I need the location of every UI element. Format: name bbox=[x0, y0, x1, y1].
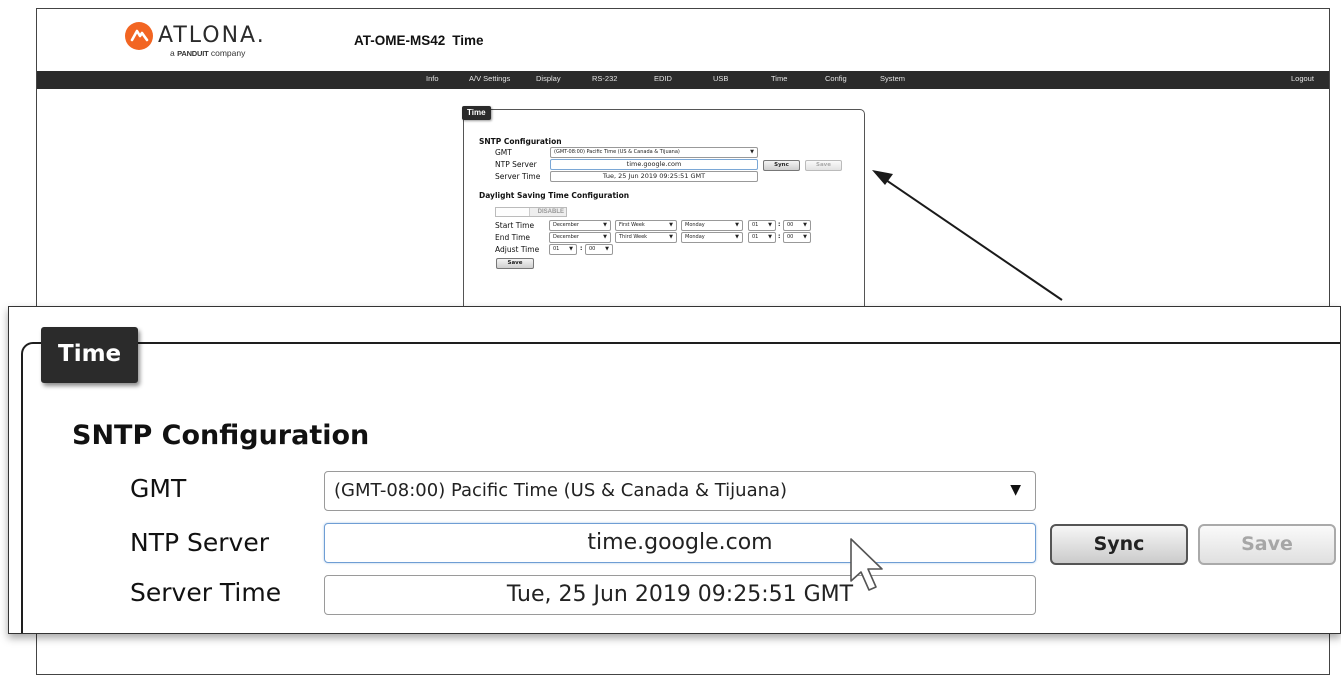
mouse-cursor-icon bbox=[850, 538, 883, 591]
end-time-label: End Time bbox=[495, 233, 530, 242]
end-month-select[interactable]: December ▼ bbox=[549, 232, 611, 243]
gmt-select[interactable]: (GMT-08:00) Pacific Time (US & Canada & … bbox=[550, 147, 758, 158]
nav-usb[interactable]: USB bbox=[713, 74, 728, 83]
chevron-down-icon: ▼ bbox=[669, 234, 673, 240]
zoom-gmt-label: GMT bbox=[130, 474, 187, 503]
sync-button[interactable]: Sync bbox=[763, 160, 800, 171]
chevron-down-icon: ▼ bbox=[768, 222, 772, 228]
chevron-down-icon: ▼ bbox=[768, 234, 772, 240]
ntp-server-label: NTP Server bbox=[495, 160, 537, 169]
end-hour-select[interactable]: 01 ▼ bbox=[748, 232, 776, 243]
sntp-heading: SNTP Configuration bbox=[479, 137, 562, 146]
zoom-ntp-server-input[interactable]: time.google.com bbox=[324, 523, 1036, 563]
top-navbar: Info A/V Settings Display RS-232 EDID US… bbox=[37, 71, 1329, 89]
page-title: AT-OME-MS42 Time bbox=[354, 33, 484, 48]
dst-save-button[interactable]: Save bbox=[496, 258, 534, 269]
adjust-minute-select[interactable]: 00 ▼ bbox=[585, 244, 613, 255]
zoom-gmt-select[interactable]: (GMT-08:00) Pacific Time (US & Canada & … bbox=[324, 471, 1036, 511]
sntp-save-button[interactable]: Save bbox=[805, 160, 842, 171]
end-week-select[interactable]: Third Week ▼ bbox=[615, 232, 677, 243]
zoom-server-time-label: Server Time bbox=[130, 578, 282, 607]
end-time-colon: : bbox=[778, 233, 781, 240]
nav-edid[interactable]: EDID bbox=[654, 74, 672, 83]
chevron-down-icon: ▼ bbox=[603, 234, 607, 240]
adjust-time-label: Adjust Time bbox=[495, 245, 540, 254]
nav-rs232[interactable]: RS-232 bbox=[592, 74, 617, 83]
start-time-colon: : bbox=[778, 221, 781, 228]
zoom-server-time-field: Tue, 25 Jun 2019 09:25:51 GMT bbox=[324, 575, 1036, 615]
chevron-down-icon: ▼ bbox=[1010, 482, 1021, 498]
zoom-ntp-server-label: NTP Server bbox=[130, 528, 269, 557]
start-hour-select[interactable]: 01 ▼ bbox=[748, 220, 776, 231]
zoom-sync-button[interactable]: Sync bbox=[1050, 524, 1188, 565]
chevron-down-icon: ▼ bbox=[735, 222, 739, 228]
nav-logout[interactable]: Logout bbox=[1291, 74, 1314, 83]
server-time-field: Tue, 25 Jun 2019 09:25:51 GMT bbox=[550, 171, 758, 182]
gmt-label: GMT bbox=[495, 148, 512, 157]
chevron-down-icon: ▼ bbox=[603, 222, 607, 228]
toggle-state-label: DISABLE bbox=[537, 209, 564, 215]
nav-config[interactable]: Config bbox=[825, 74, 847, 83]
ntp-server-input[interactable]: time.google.com bbox=[550, 159, 758, 170]
zoom-save-button[interactable]: Save bbox=[1198, 524, 1336, 565]
start-time-label: Start Time bbox=[495, 221, 535, 230]
nav-system[interactable]: System bbox=[880, 74, 905, 83]
start-minute-select[interactable]: 00 ▼ bbox=[783, 220, 811, 231]
adjust-hour-select[interactable]: 01 ▼ bbox=[549, 244, 577, 255]
toggle-knob bbox=[496, 208, 530, 216]
chevron-down-icon: ▼ bbox=[735, 234, 739, 240]
time-panel-tab: Time bbox=[462, 106, 491, 120]
zoom-time-tab: Time bbox=[41, 327, 139, 383]
end-day-select[interactable]: Monday ▼ bbox=[681, 232, 743, 243]
dst-toggle[interactable]: DISABLE bbox=[495, 207, 567, 217]
dst-heading: Daylight Saving Time Configuration bbox=[479, 191, 630, 200]
chevron-down-icon: ▼ bbox=[669, 222, 673, 228]
atlona-logo-icon bbox=[125, 22, 153, 50]
server-time-label: Server Time bbox=[495, 172, 541, 181]
chevron-down-icon: ▼ bbox=[750, 149, 754, 155]
model-name: AT-OME-MS42 bbox=[354, 33, 446, 48]
zoom-callout: Time SNTP Configuration GMT (GMT-08:00) … bbox=[8, 306, 1341, 634]
start-day-select[interactable]: Monday ▼ bbox=[681, 220, 743, 231]
logo-tagline: a PANDUIT company bbox=[170, 48, 246, 58]
chevron-down-icon: ▼ bbox=[803, 234, 807, 240]
page-name: Time bbox=[452, 33, 484, 48]
nav-display[interactable]: Display bbox=[536, 74, 561, 83]
chevron-down-icon: ▼ bbox=[569, 246, 573, 252]
end-minute-select[interactable]: 00 ▼ bbox=[783, 232, 811, 243]
nav-time[interactable]: Time bbox=[771, 74, 787, 83]
logo-wordmark: ATLONA. bbox=[158, 23, 266, 48]
nav-av-settings[interactable]: A/V Settings bbox=[469, 74, 510, 83]
adjust-time-colon: : bbox=[580, 245, 583, 252]
chevron-down-icon: ▼ bbox=[803, 222, 807, 228]
time-panel: Time SNTP Configuration GMT (GMT-08:00) … bbox=[462, 106, 865, 329]
atlona-logo: ATLONA. a PANDUIT company bbox=[124, 21, 294, 65]
header: ATLONA. a PANDUIT company AT-OME-MS42 Tim… bbox=[37, 9, 1329, 71]
start-month-select[interactable]: December ▼ bbox=[549, 220, 611, 231]
nav-info[interactable]: Info bbox=[426, 74, 439, 83]
start-week-select[interactable]: First Week ▼ bbox=[615, 220, 677, 231]
zoom-sntp-heading: SNTP Configuration bbox=[72, 420, 370, 451]
chevron-down-icon: ▼ bbox=[605, 246, 609, 252]
